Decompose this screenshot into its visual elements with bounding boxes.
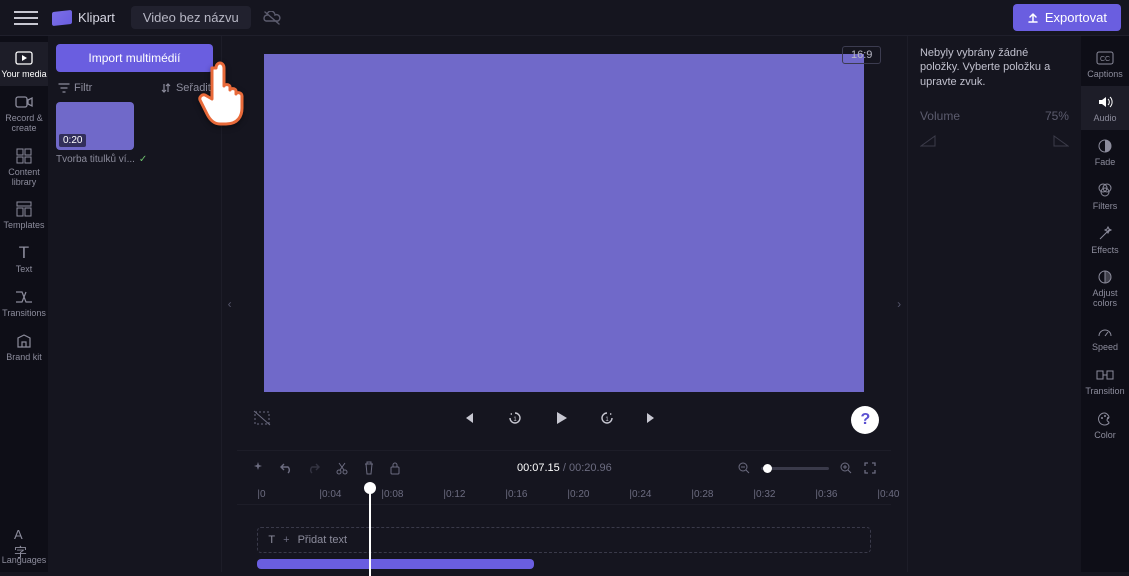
delete-button[interactable] <box>363 461 375 475</box>
rail-filters[interactable]: Filters <box>1081 174 1129 218</box>
time-ruler[interactable]: |0 |0:04 |0:08 |0:12 |0:16 |0:20 |0:24 |… <box>237 485 891 505</box>
magic-button[interactable] <box>251 461 265 475</box>
filters-icon <box>1095 180 1115 200</box>
languages-icon: A字 <box>14 534 34 554</box>
media-icon <box>14 48 34 68</box>
play-button[interactable] <box>553 410 575 426</box>
center-area: 16:9 1 1 ? <box>237 36 891 572</box>
check-icon: ✓ <box>139 154 147 165</box>
captions-icon: CC <box>1095 48 1115 68</box>
rail-adjust-colors[interactable]: Adjust colors <box>1081 261 1129 315</box>
filter-toggle[interactable]: Filtr <box>58 82 92 94</box>
rail-library[interactable]: Content library <box>0 140 48 194</box>
fade-out-icon <box>1053 135 1069 147</box>
speed-icon <box>1095 321 1115 341</box>
clip-name: Tvorba titulků ví... <box>56 154 135 165</box>
fade-in-icon <box>920 135 936 147</box>
rail-color[interactable]: Color <box>1081 403 1129 447</box>
audio-icon <box>1095 92 1115 112</box>
redo-button[interactable] <box>307 462 321 474</box>
transition-icon <box>1095 365 1115 385</box>
rewind-button[interactable]: 1 <box>507 410 529 426</box>
safe-zone-toggle[interactable] <box>253 410 271 426</box>
lock-button[interactable] <box>389 461 401 475</box>
skip-end-button[interactable] <box>645 411 667 425</box>
zoom-slider[interactable] <box>761 467 829 470</box>
volume-value: 75% <box>1045 109 1069 123</box>
skip-start-button[interactable] <box>461 411 483 425</box>
rail-captions[interactable]: CC Captions <box>1081 42 1129 86</box>
preview-canvas[interactable] <box>264 54 864 392</box>
timeline: 00:07.15 / 00:20.96 |0 |0:04 |0:08 |0:12… <box>237 450 891 572</box>
rail-audio[interactable]: Audio <box>1081 86 1129 130</box>
top-bar: Klipart Video bez názvu Exportovat <box>0 0 1129 36</box>
rail-your-media[interactable]: Your media <box>0 42 48 86</box>
clip-duration: 0:20 <box>59 134 86 147</box>
record-icon <box>14 92 34 112</box>
right-panel: Nebyly vybrány žádné položky. Vyberte po… <box>907 36 1081 572</box>
menu-button[interactable] <box>14 6 38 30</box>
volume-label: Volume <box>920 109 960 123</box>
split-button[interactable] <box>335 461 349 475</box>
brandkit-icon <box>14 331 34 351</box>
filter-icon <box>58 83 70 93</box>
time-display: 00:07.15 / 00:20.96 <box>517 462 612 474</box>
rail-templates[interactable]: Templates <box>0 193 48 237</box>
fit-button[interactable] <box>863 461 877 475</box>
rail-transitions[interactable]: Transitions <box>0 281 48 325</box>
left-rail: Your media Record & create Content libra… <box>0 36 48 572</box>
undo-button[interactable] <box>279 462 293 474</box>
upload-icon <box>1027 12 1039 24</box>
app-brand: Klipart <box>78 10 115 25</box>
playhead[interactable] <box>369 485 371 576</box>
fade-icon <box>1095 136 1115 156</box>
no-selection-message: Nebyly vybrány žádné položky. Vyberte po… <box>920 46 1069 89</box>
forward-button[interactable]: 1 <box>599 410 621 426</box>
svg-text:CC: CC <box>1100 56 1110 63</box>
rail-record[interactable]: Record & create <box>0 86 48 140</box>
adjust-icon <box>1095 267 1115 287</box>
add-text-track[interactable]: T + Přidat text <box>257 527 871 553</box>
collapse-left-button[interactable]: ‹ <box>222 36 238 572</box>
right-rail: CC Captions Audio Fade Filters Effects A… <box>1081 36 1129 572</box>
canvas-wrap: 16:9 1 1 ? <box>237 36 891 450</box>
rail-languages[interactable]: A字 Languages <box>0 528 48 572</box>
transitions-icon <box>14 287 34 307</box>
rail-transition[interactable]: Transition <box>1081 359 1129 403</box>
app-logo-icon <box>52 9 72 25</box>
zoom-out-button[interactable] <box>737 461 751 475</box>
effects-icon <box>1095 224 1115 244</box>
cloud-sync-off-icon <box>263 11 281 25</box>
library-icon <box>14 146 34 166</box>
export-button[interactable]: Exportovat <box>1013 4 1121 31</box>
rail-fade[interactable]: Fade <box>1081 130 1129 174</box>
zoom-in-button[interactable] <box>839 461 853 475</box>
text-icon: T <box>14 243 34 263</box>
project-title[interactable]: Video bez názvu <box>131 6 251 29</box>
import-media-button[interactable]: Import multimédií <box>56 44 213 72</box>
rail-brandkit[interactable]: Brand kit <box>0 325 48 369</box>
sort-icon <box>160 82 172 94</box>
text-icon: T <box>268 534 275 546</box>
media-clip-thumbnail[interactable]: 0:20 <box>56 102 134 150</box>
rail-effects[interactable]: Effects <box>1081 218 1129 262</box>
aspect-ratio-button[interactable]: 16:9 <box>842 46 881 64</box>
rail-text[interactable]: T Text <box>0 237 48 281</box>
export-label: Exportovat <box>1045 10 1107 25</box>
help-button[interactable]: ? <box>851 406 879 434</box>
sort-toggle[interactable]: Seřadit <box>160 82 211 94</box>
media-track-clip[interactable] <box>257 559 533 569</box>
rail-speed[interactable]: Speed <box>1081 315 1129 359</box>
media-panel: Import multimédií Filtr Seřadit 0:20 Tvo… <box>48 36 222 572</box>
color-icon <box>1095 409 1115 429</box>
templates-icon <box>14 199 34 219</box>
